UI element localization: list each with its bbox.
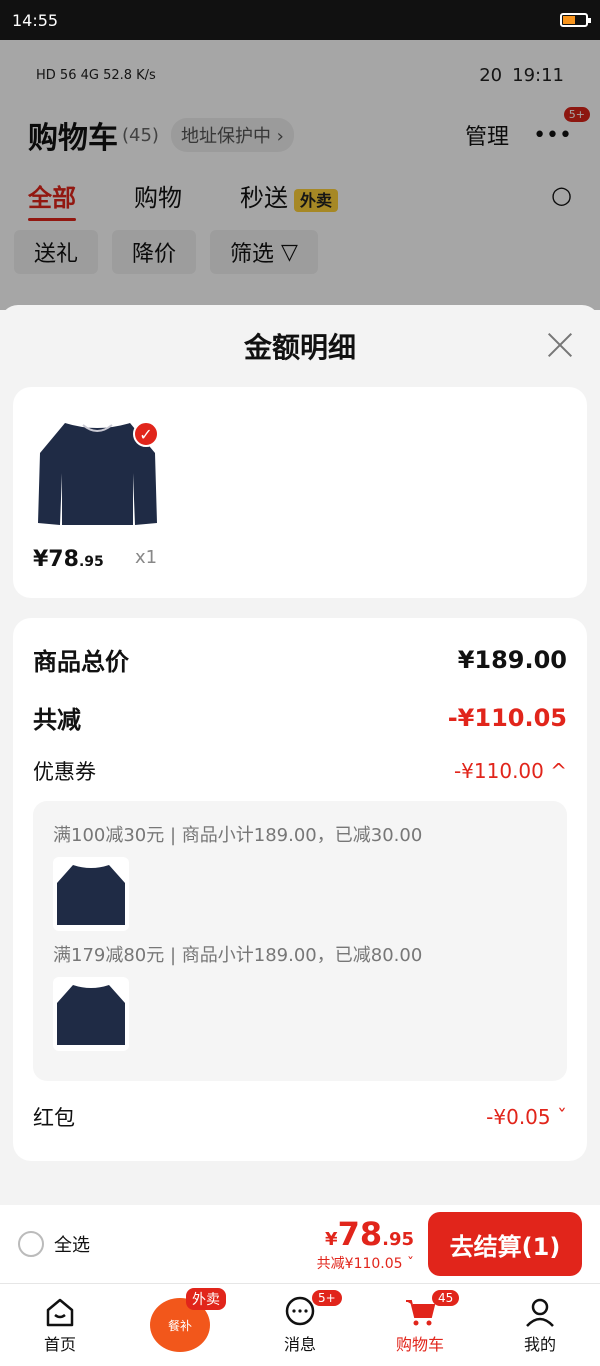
battery-icon: [560, 13, 591, 27]
promo-text: 餐补: [167, 1318, 192, 1333]
coupon-row[interactable]: 优惠券 -¥110.00 ^: [33, 756, 567, 786]
checkout-bar: 全选 ¥78.95 共减¥110.05 ˇ 去结算(1): [0, 1205, 600, 1283]
status-time: 14:55: [12, 10, 59, 30]
redpack-label: 红包: [33, 1106, 75, 1130]
phone-status-bar: 14:55: [0, 0, 600, 40]
coupon-1-product-image: [53, 857, 129, 931]
nav-home-label: 首页: [43, 1335, 76, 1354]
nav-cart[interactable]: 购物车 45: [360, 1284, 480, 1366]
nav-messages-label: 消息: [283, 1335, 316, 1354]
promo-tag: 外卖: [186, 1288, 226, 1310]
total-price-main: 78: [337, 1215, 383, 1253]
coupon-value: -¥110.00 ^: [453, 759, 567, 783]
close-icon[interactable]: [546, 331, 574, 359]
sum-block: ¥78.95 共减¥110.05 ˇ: [317, 1215, 414, 1273]
coupon-label: 优惠券: [33, 760, 96, 784]
select-all-label[interactable]: 全选: [54, 1231, 90, 1257]
coupon-detail-box: 满100减30元 | 商品小计189.00，已减30.00 满179减80元 |…: [33, 801, 567, 1081]
bottom-nav: 首页 餐补 外卖 消息 5+ 购物车 45 我的: [0, 1283, 600, 1366]
sheet-header: 金额明细: [0, 305, 600, 387]
nav-profile-label: 我的: [523, 1335, 556, 1354]
reduce-label: 共减: [33, 706, 81, 734]
reduce-row: 共减 -¥110.05: [33, 700, 567, 735]
amount-detail-sheet: 金额明细 ✓ ¥78.95 x1 商品总价 ¥189.00 共减 -¥110.0…: [0, 305, 600, 1205]
product-qty: x1: [135, 547, 158, 568]
checkout-button[interactable]: 去结算(1): [428, 1212, 582, 1276]
total-label: 商品总价: [33, 648, 129, 676]
cart-badge: 45: [432, 1290, 460, 1306]
coupon-2-product-image: [53, 977, 129, 1051]
coupon-line-2: 满179减80元 | 商品小计189.00，已减80.00: [53, 945, 423, 966]
redpack-row[interactable]: 红包 -¥0.05 ˇ: [33, 1102, 567, 1132]
nav-promo[interactable]: 餐补 外卖: [120, 1284, 240, 1366]
product-price: ¥78.95: [33, 547, 104, 572]
overlay-mask[interactable]: [0, 40, 600, 310]
currency-symbol: ¥: [325, 1229, 338, 1250]
total-price-cents: .95: [382, 1229, 414, 1250]
sheet-title: 金额明细: [243, 331, 356, 364]
product-card: ✓ ¥78.95 x1: [13, 387, 587, 598]
reduce-value: -¥110.05: [447, 703, 567, 732]
nav-home[interactable]: 首页: [0, 1284, 120, 1366]
total-price: ¥78.95: [317, 1215, 414, 1253]
selected-check-icon[interactable]: ✓: [133, 421, 159, 447]
nav-messages[interactable]: 消息 5+: [240, 1284, 360, 1366]
total-value: ¥189.00: [457, 645, 567, 674]
profile-icon: [526, 1298, 554, 1327]
messages-badge: 5+: [312, 1290, 342, 1306]
product-price-main: ¥78: [33, 547, 79, 572]
select-all-radio[interactable]: [18, 1231, 44, 1257]
coupon-line-1: 满100减30元 | 商品小计189.00，已减30.00: [53, 825, 423, 846]
home-icon: [46, 1298, 74, 1327]
product-price-cents: .95: [78, 554, 104, 570]
nav-profile[interactable]: 我的: [480, 1284, 600, 1366]
saved-amount[interactable]: 共减¥110.05 ˇ: [317, 1253, 414, 1273]
amount-detail-card: 商品总价 ¥189.00 共减 -¥110.05 优惠券 -¥110.00 ^ …: [13, 618, 587, 1161]
redpack-value: -¥0.05 ˇ: [486, 1105, 567, 1129]
nav-cart-label: 购物车: [395, 1335, 444, 1354]
total-row: 商品总价 ¥189.00: [33, 642, 567, 677]
